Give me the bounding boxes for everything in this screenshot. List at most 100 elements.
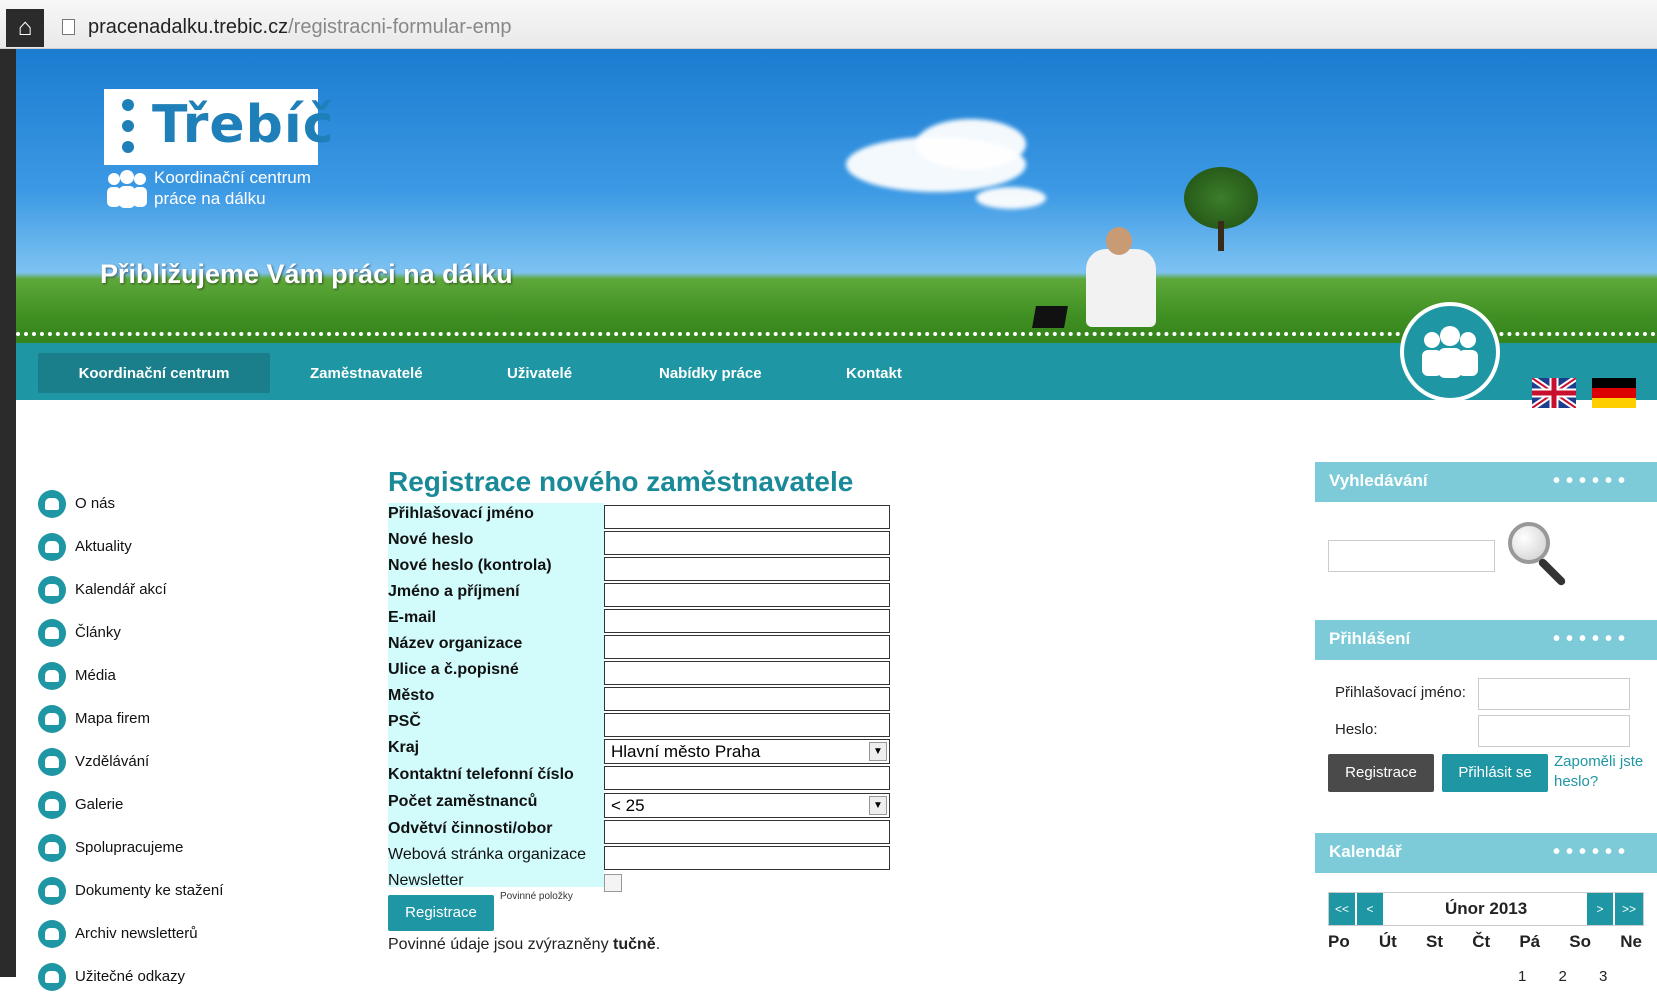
newsletter-checkbox[interactable]: [604, 874, 622, 892]
industry-input[interactable]: [604, 820, 890, 844]
people-icon: [38, 876, 66, 905]
widget-dots: ••••••: [1553, 628, 1632, 650]
dropdown-arrow-icon[interactable]: ▼: [869, 742, 887, 761]
sidebar-item-label: Galerie: [75, 796, 124, 813]
email-input[interactable]: [604, 609, 890, 633]
region-select-value: Hlavní město Praha: [611, 742, 761, 761]
tree-trunk: [1218, 221, 1224, 251]
region-select[interactable]: Hlavní město Praha ▼: [604, 739, 890, 764]
sidebar-item-mapa-firem[interactable]: Mapa firem: [38, 697, 223, 740]
url-text[interactable]: pracenadalku.trebic.cz/registracni-formu…: [88, 16, 512, 39]
fullname-input[interactable]: [604, 583, 890, 607]
german-flag-icon[interactable]: [1592, 378, 1636, 408]
nav-item-nabidky-prace[interactable]: Nabídky práce: [659, 343, 762, 400]
organization-input[interactable]: [604, 635, 890, 659]
cloud-image: [916, 119, 1026, 169]
page-title: Registrace nového zaměstnavatele: [388, 466, 854, 497]
employees-select[interactable]: < 25 ▼: [604, 793, 890, 818]
nav-item-kontakt[interactable]: Kontakt: [846, 343, 902, 400]
widget-dots: ••••••: [1553, 841, 1632, 863]
laptop-image: [1032, 306, 1068, 328]
search-widget-header: Vyhledávání ••••••: [1315, 462, 1657, 502]
footnote-bold: tučně: [613, 936, 656, 953]
people-icon: [38, 575, 66, 604]
home-icon[interactable]: ⌂: [6, 9, 44, 47]
weekday: Ne: [1620, 932, 1642, 951]
nav-item-uzivatele[interactable]: Uživatelé: [507, 343, 572, 400]
prev-year-button[interactable]: <<: [1329, 893, 1355, 925]
sidebar-item-galerie[interactable]: Galerie: [38, 783, 223, 826]
people-icon: [38, 833, 66, 862]
field-label: Přihlašovací jméno: [388, 505, 534, 522]
login-widget-header: Přihlášení ••••••: [1315, 620, 1657, 660]
sidebar-item-label: Dokumenty ke stažení: [75, 882, 224, 899]
weekday: St: [1426, 932, 1444, 951]
register-button[interactable]: Registrace: [388, 895, 494, 931]
zip-input[interactable]: [604, 713, 890, 737]
calendar-widget-header: Kalendář ••••••: [1315, 833, 1657, 873]
search-icon-handle[interactable]: [1537, 557, 1567, 587]
weekday: Pá: [1519, 932, 1541, 951]
dropdown-arrow-icon[interactable]: ▼: [869, 796, 887, 815]
password-confirm-input[interactable]: [604, 557, 890, 581]
nav-item-koordinacni-centrum[interactable]: Koordinační centrum: [38, 353, 270, 393]
field-label: Jméno a příjmení: [388, 583, 520, 600]
url-host: pracenadalku.trebic.cz: [88, 16, 289, 38]
login-username-label: Přihlašovací jméno:: [1335, 684, 1466, 701]
field-label: Kraj: [388, 739, 420, 756]
required-footnote: Povinné údaje jsou zvýrazněny tučně.: [388, 936, 660, 954]
sidebar-item-vzdelavani[interactable]: Vzdělávání: [38, 740, 223, 783]
username-input[interactable]: [604, 505, 890, 529]
street-input[interactable]: [604, 661, 890, 685]
next-month-button[interactable]: >: [1587, 893, 1613, 925]
sidebar-item-aktuality[interactable]: Aktuality: [38, 525, 223, 568]
field-label: Nové heslo (kontrola): [388, 557, 552, 574]
tree-image: [1184, 167, 1258, 229]
password-input[interactable]: [604, 531, 890, 555]
field-label: Město: [388, 687, 435, 704]
sidebar-item-media[interactable]: Média: [38, 654, 223, 697]
nav-item-zamestnavatele[interactable]: Zaměstnavatelé: [310, 343, 423, 400]
required-note: Povinné položky: [500, 891, 573, 902]
login-password-label: Heslo:: [1335, 721, 1378, 738]
man-image: [1086, 249, 1156, 327]
left-window-edge: [0, 0, 16, 977]
widget-dots: ••••••: [1553, 470, 1632, 492]
sidebar-item-archiv-newsletteru[interactable]: Archiv newsletterů: [38, 912, 223, 955]
sidebar-item-dokumenty[interactable]: Dokumenty ke stažení: [38, 869, 223, 912]
people-icon: [38, 704, 66, 733]
website-input[interactable]: [604, 846, 890, 870]
login-button[interactable]: Přihlásit se: [1442, 754, 1548, 792]
field-label: Ulice a č.popisné: [388, 661, 519, 678]
field-label: Odvětví činnosti/obor: [388, 820, 553, 837]
forgot-password-link[interactable]: Zapoměli jste heslo?: [1554, 752, 1654, 792]
field-label: Kontaktní telefonní číslo: [388, 766, 574, 783]
sidebar-item-label: Články: [75, 624, 121, 641]
footnote-text: Povinné údaje jsou zvýrazněny: [388, 936, 614, 953]
phone-input[interactable]: [604, 766, 890, 790]
city-input[interactable]: [604, 687, 890, 711]
weekday: So: [1569, 932, 1592, 951]
prev-month-button[interactable]: <: [1357, 893, 1383, 925]
sidebar-item-o-nas[interactable]: O nás: [38, 482, 223, 525]
people-badge-icon: [1400, 302, 1500, 402]
logo-subtitle: Koordinační centrum práce na dálku: [154, 167, 311, 209]
widget-title: Přihlášení: [1329, 629, 1411, 648]
sidebar-item-spolupracujeme[interactable]: Spolupracujeme: [38, 826, 223, 869]
next-year-button[interactable]: >>: [1615, 893, 1643, 925]
sidebar-item-clanky[interactable]: Články: [38, 611, 223, 654]
sidebar-item-kalendar-akci[interactable]: Kalendář akcí: [38, 568, 223, 611]
footnote-end: .: [655, 936, 661, 953]
sidebar-item-label: O nás: [75, 495, 116, 512]
calendar-weekdays: Po Út St Čt Pá So Ne: [1328, 932, 1642, 952]
sidebar-menu: O nás Aktuality Kalendář akcí Články Méd…: [38, 482, 223, 998]
english-flag-icon[interactable]: [1532, 378, 1576, 408]
sidebar-item-label: Archiv newsletterů: [75, 925, 198, 942]
calendar-month-label: Únor 2013: [1445, 899, 1528, 918]
login-username-input[interactable]: [1478, 678, 1630, 710]
sidebar-register-button[interactable]: Registrace: [1328, 754, 1434, 792]
search-input[interactable]: [1328, 540, 1495, 572]
address-bar[interactable]: ⌂ pracenadalku.trebic.cz/registracni-for…: [0, 0, 1657, 49]
site-logo[interactable]: Třebíč: [104, 89, 334, 165]
login-password-input[interactable]: [1478, 715, 1630, 747]
